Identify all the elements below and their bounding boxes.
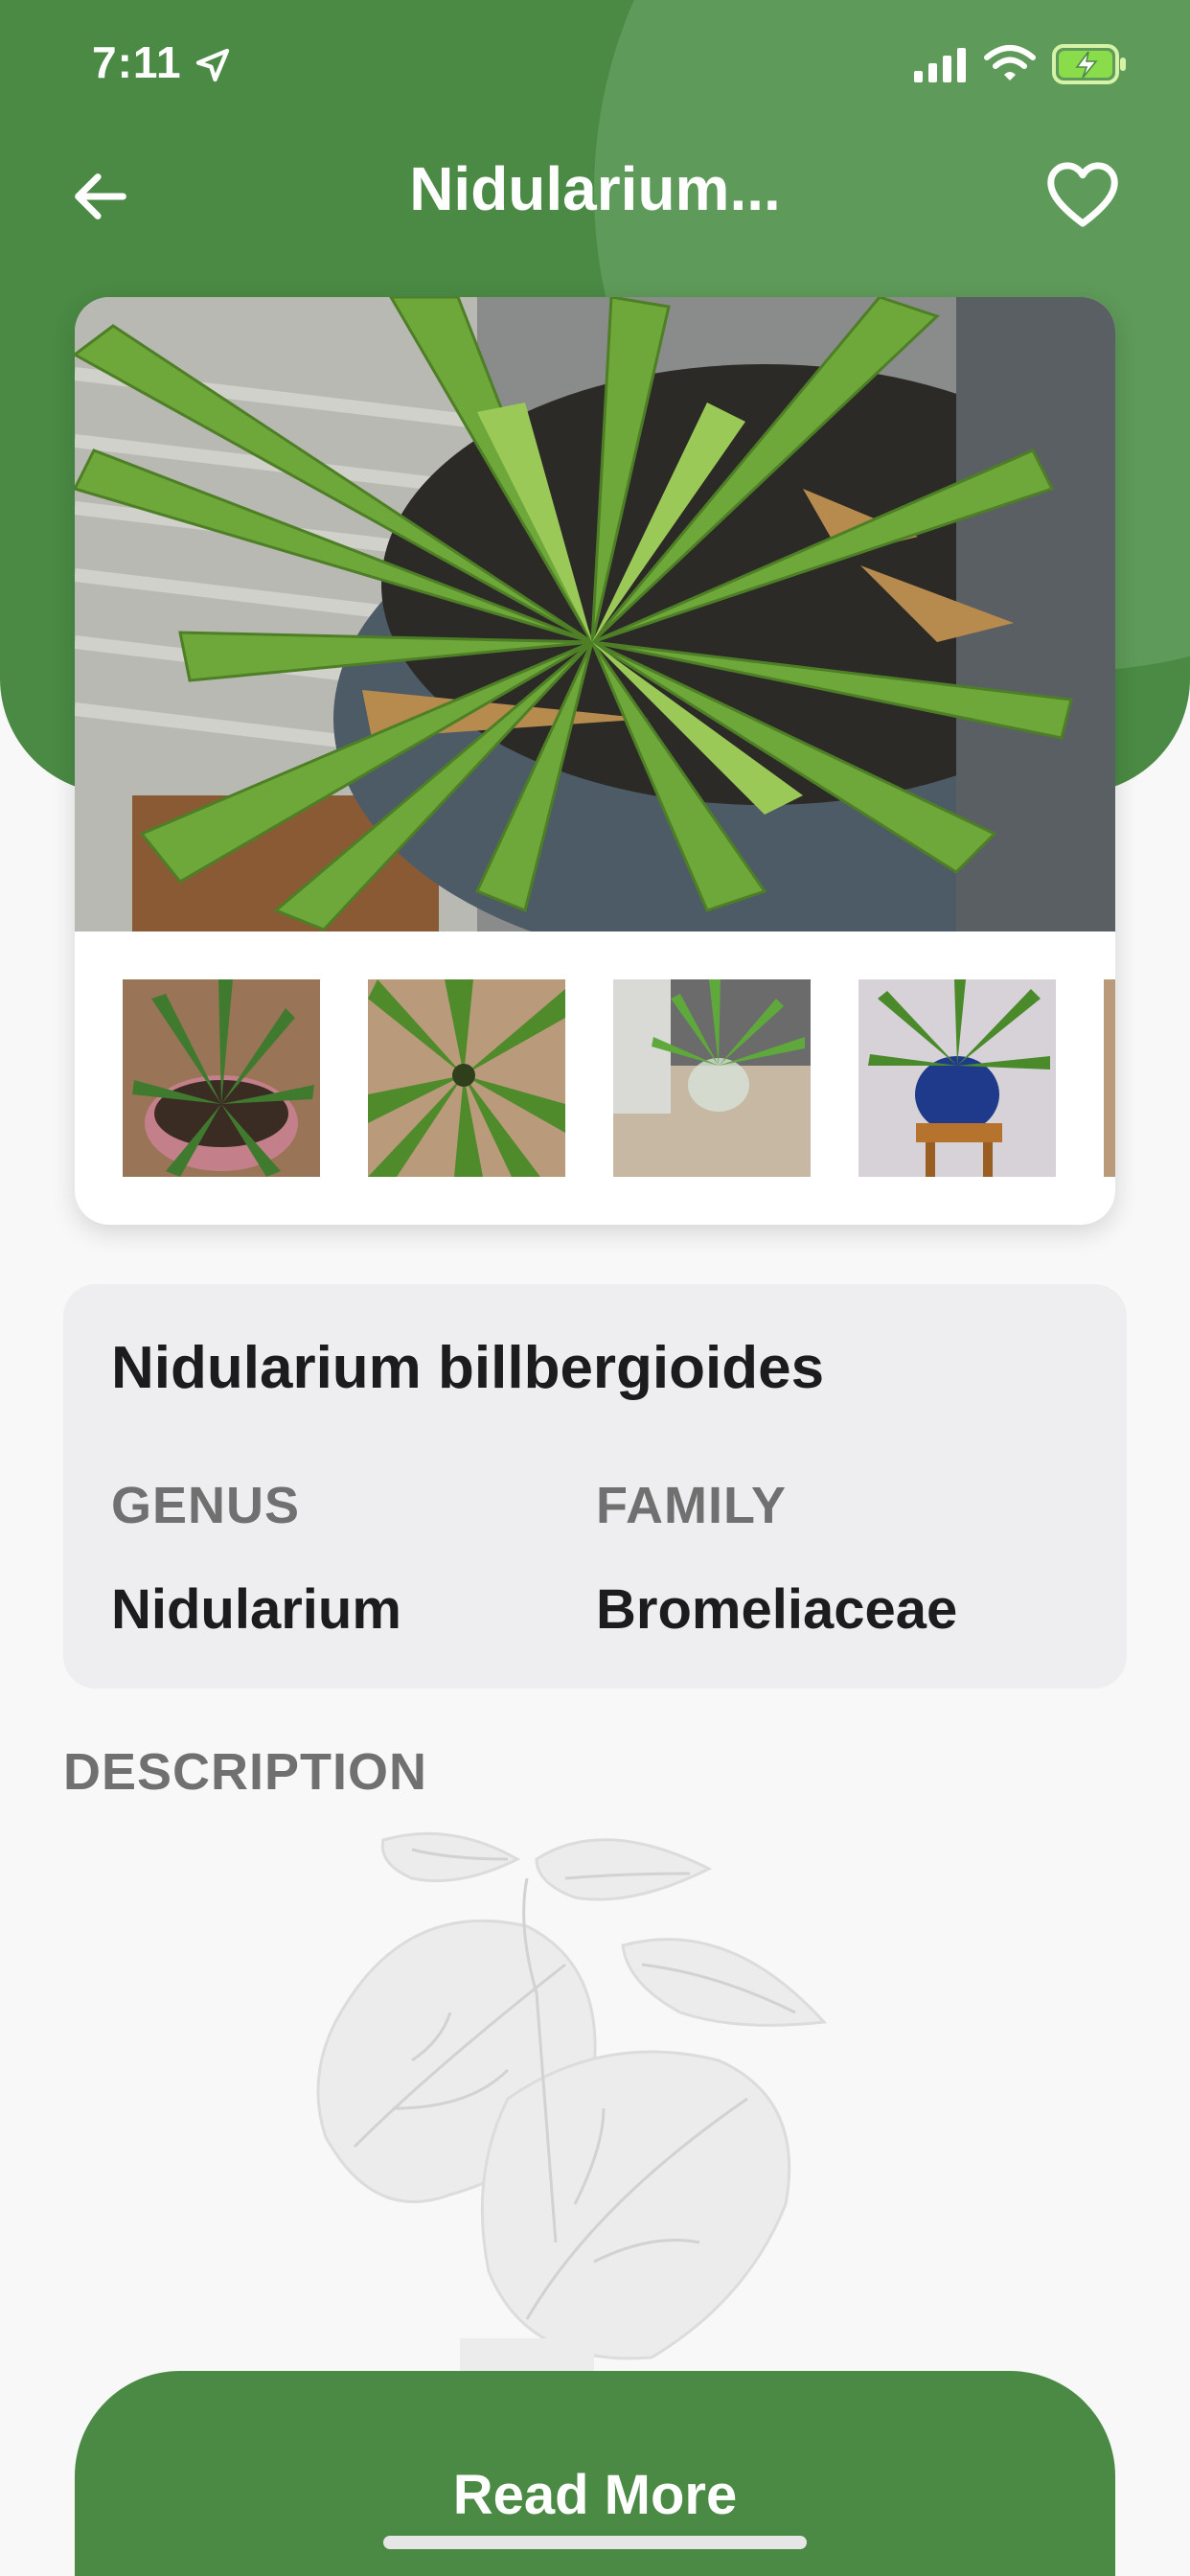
plant-illustration <box>316 1831 828 2377</box>
status-time: 7:11 <box>92 37 182 87</box>
thumbnail-3[interactable] <box>613 979 811 1177</box>
family-value: Bromeliaceae <box>596 1578 958 1641</box>
plant-gallery-card <box>75 297 1115 1225</box>
page-title: Nidularium... <box>409 154 781 223</box>
home-indicator[interactable] <box>383 2536 807 2549</box>
thumbnail-5-partial[interactable] <box>1104 979 1115 1177</box>
read-more-label: Read More <box>452 2464 738 2526</box>
thumbnail-2[interactable] <box>368 979 565 1177</box>
genus-label: GENUS <box>111 1477 301 1534</box>
thumbnail-4[interactable] <box>858 979 1056 1177</box>
plant-info-card: Nidularium billbergioides GENUS FAMILY N… <box>63 1284 1127 1689</box>
wifi-icon <box>984 45 1036 80</box>
description-label: DESCRIPTION <box>63 1743 428 1801</box>
thumbnail-strip[interactable] <box>75 932 1115 1225</box>
heart-icon[interactable] <box>1046 161 1119 228</box>
species-name: Nidularium billbergioides <box>111 1335 825 1401</box>
location-arrow-icon <box>195 48 230 82</box>
genus-value: Nidularium <box>111 1578 401 1641</box>
status-bar: 7:11 <box>0 0 1190 134</box>
main-plant-photo[interactable] <box>75 297 1115 932</box>
thumbnail-1[interactable] <box>123 979 320 1177</box>
family-label: FAMILY <box>596 1477 788 1534</box>
back-arrow-icon[interactable] <box>67 163 134 230</box>
battery-icon <box>1052 44 1126 84</box>
signal-icon <box>914 48 966 82</box>
